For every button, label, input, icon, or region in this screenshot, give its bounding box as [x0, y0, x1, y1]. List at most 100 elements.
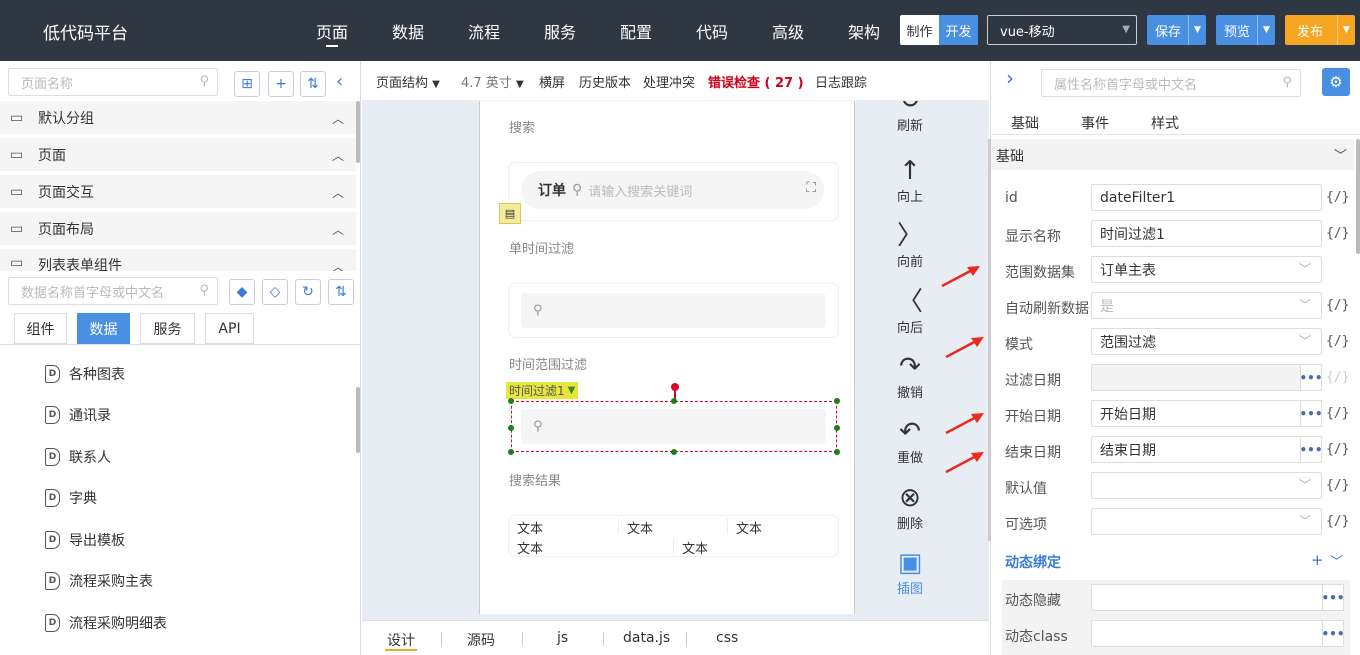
tab-styles[interactable]: 样式: [1151, 113, 1179, 133]
tab-basic[interactable]: 基础: [1011, 113, 1039, 133]
conflict-button[interactable]: 处理冲突: [643, 72, 695, 91]
collapse-left-button[interactable]: ‹: [336, 71, 343, 92]
preview-button[interactable]: 预览 ▼: [1216, 15, 1275, 45]
rotate-handle[interactable]: [671, 383, 679, 391]
publish-button[interactable]: 发布 ▼: [1285, 15, 1355, 45]
component-badge-icon[interactable]: ▤: [499, 203, 521, 224]
panel-resizer[interactable]: [988, 139, 991, 541]
time-range-filter-field[interactable]: ⚲: [521, 409, 826, 444]
scrollbar-thumb[interactable]: [356, 101, 360, 163]
screen-size-dropdown[interactable]: 4.7 英寸 ▼: [461, 72, 524, 91]
prop-select-dataset[interactable]: 订单主表 ﹀: [1091, 256, 1322, 283]
group-row[interactable]: ▭ 默认分组 ︿: [0, 101, 356, 134]
prop-input-dynamic-hide[interactable]: •••: [1091, 584, 1345, 611]
forward-tool[interactable]: 〉 向前: [890, 221, 930, 270]
group-row[interactable]: ▭ 列表表单组件 ︿: [0, 249, 356, 271]
tab-api[interactable]: API: [205, 313, 254, 344]
pin-button[interactable]: ◆: [229, 279, 255, 305]
list-item[interactable]: D 流程采购明细表: [45, 613, 167, 633]
list-item[interactable]: D 字典: [45, 488, 97, 508]
prop-input-filter-date[interactable]: •••: [1091, 364, 1323, 391]
group-row[interactable]: ▭ 页面交互 ︿: [0, 175, 356, 208]
nav-flow[interactable]: 流程: [468, 19, 500, 43]
platform-select[interactable]: vue-移动 ▼: [987, 15, 1137, 45]
list-item[interactable]: D 流程采购主表: [45, 571, 153, 591]
mode-toggle[interactable]: 制作 开发: [900, 15, 978, 45]
nav-code[interactable]: 代码: [696, 19, 728, 43]
page-structure-dropdown[interactable]: 页面结构 ▼: [376, 72, 440, 91]
prop-select-mode[interactable]: 范围过滤 ﹀: [1091, 328, 1322, 355]
binding-button[interactable]: {/}: [1326, 478, 1349, 493]
tab-data[interactable]: 数据: [77, 313, 130, 344]
more-icon[interactable]: •••: [1300, 400, 1323, 427]
chevron-down-icon[interactable]: ﹀: [1330, 551, 1343, 570]
tab-events[interactable]: 事件: [1081, 113, 1109, 133]
prop-input-dynamic-class[interactable]: •••: [1091, 620, 1345, 647]
scan-icon[interactable]: ⛶: [806, 180, 816, 196]
binding-button[interactable]: {/}: [1326, 514, 1349, 529]
binding-button[interactable]: {/}: [1326, 406, 1349, 421]
property-search-input[interactable]: 属性名称首字母或中文名 ⚲: [1041, 69, 1301, 97]
scrollbar-thumb[interactable]: [356, 387, 360, 453]
binding-button[interactable]: {/}: [1326, 190, 1349, 205]
log-button[interactable]: 日志跟踪: [815, 72, 867, 91]
nav-page[interactable]: 页面: [316, 19, 348, 43]
error-check-button[interactable]: 错误检查 ( 27 ): [708, 72, 804, 91]
refresh-button[interactable]: ↻: [295, 279, 321, 305]
tag-button[interactable]: ◇: [262, 279, 288, 305]
resize-handle[interactable]: [508, 449, 514, 455]
binding-button[interactable]: {/}: [1326, 442, 1349, 457]
group-row[interactable]: ▭ 页面 ︿: [0, 138, 356, 171]
caret-down-icon[interactable]: ▼: [1257, 15, 1275, 45]
undo-tool[interactable]: ↷ 撤销: [890, 352, 930, 401]
list-item[interactable]: D 联系人: [45, 447, 111, 467]
more-icon[interactable]: •••: [1322, 584, 1345, 611]
caret-down-icon[interactable]: ▼: [1188, 15, 1206, 45]
nav-advanced[interactable]: 高级: [772, 19, 804, 43]
caret-down-icon[interactable]: ▼: [1337, 15, 1355, 45]
section-title-dynamic[interactable]: 动态绑定: [1005, 552, 1061, 572]
back-tool[interactable]: 〈 向后: [890, 287, 930, 336]
order-search-field[interactable]: 订单 ⚲ 请输入搜索关键词 ⛶: [521, 171, 824, 209]
chevron-up-icon[interactable]: ︿: [332, 258, 344, 271]
move-up-tool[interactable]: ↑ 向上: [890, 156, 930, 205]
prop-input-display-name[interactable]: 时间过滤1: [1091, 220, 1322, 247]
sort-button[interactable]: ⇅: [300, 71, 326, 97]
more-icon[interactable]: •••: [1322, 620, 1345, 647]
chevron-down-icon[interactable]: ﹀: [1334, 145, 1347, 164]
selected-component-tag[interactable]: 时间过滤1 ▼: [506, 382, 579, 399]
chevron-up-icon[interactable]: ︿: [332, 184, 344, 201]
nav-data[interactable]: 数据: [392, 19, 424, 43]
prop-select-default[interactable]: ﹀: [1091, 472, 1322, 499]
save-button[interactable]: 保存 ▼: [1147, 15, 1206, 45]
nav-config[interactable]: 配置: [620, 19, 652, 43]
tab-design[interactable]: 设计: [387, 630, 415, 650]
collapse-right-button[interactable]: ›: [1006, 66, 1014, 90]
resize-handle[interactable]: [508, 425, 514, 431]
tab-source[interactable]: 源码: [467, 630, 495, 650]
add-page-button[interactable]: +: [268, 71, 294, 97]
resize-handle[interactable]: [834, 398, 840, 404]
group-row[interactable]: ▭ 页面布局 ︿: [0, 212, 356, 245]
prop-select-auto-refresh[interactable]: 是 ﹀: [1091, 292, 1322, 319]
caret-down-icon[interactable]: ▼: [568, 385, 576, 396]
delete-tool[interactable]: ⊗ 删除: [890, 483, 930, 532]
resize-handle[interactable]: [834, 449, 840, 455]
history-button[interactable]: 历史版本: [579, 72, 631, 91]
page-search-input[interactable]: 页面名称 ⚲: [8, 68, 218, 96]
redo-tool[interactable]: ↶ 重做: [890, 417, 930, 466]
chevron-up-icon[interactable]: ︿: [332, 110, 344, 127]
binding-button[interactable]: {/}: [1326, 298, 1349, 313]
resize-handle[interactable]: [508, 398, 514, 404]
landscape-button[interactable]: 横屏: [539, 72, 565, 91]
tab-components[interactable]: 组件: [14, 313, 67, 344]
tab-css[interactable]: css: [716, 630, 738, 646]
chevron-up-icon[interactable]: ︿: [332, 221, 344, 238]
binding-button[interactable]: {/}: [1326, 226, 1349, 241]
nav-service[interactable]: 服务: [544, 19, 576, 43]
resize-handle[interactable]: [834, 425, 840, 431]
chevron-up-icon[interactable]: ︿: [332, 147, 344, 164]
binding-button[interactable]: {/}: [1326, 370, 1349, 385]
resize-handle[interactable]: [671, 449, 677, 455]
prop-input-id[interactable]: dateFilter1: [1091, 184, 1322, 211]
